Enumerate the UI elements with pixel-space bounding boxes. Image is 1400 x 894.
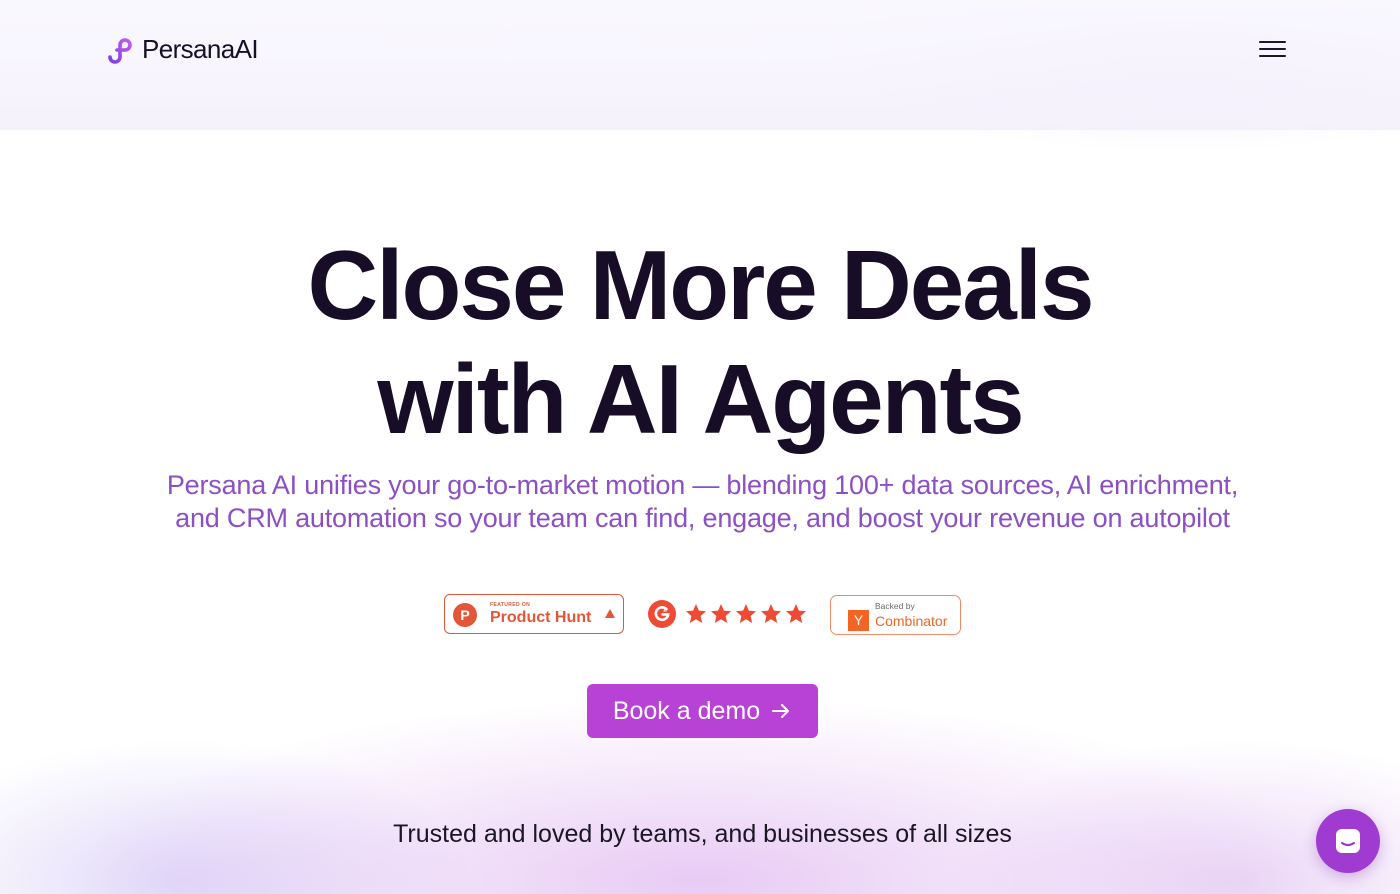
star-icon bbox=[686, 604, 706, 623]
hamburger-menu-icon bbox=[1252, 41, 1292, 57]
svg-text:2: 2 bbox=[663, 607, 667, 614]
brand-logo[interactable]: PersanaAI bbox=[106, 34, 259, 65]
star-icon bbox=[761, 604, 781, 623]
product-hunt-name: Product Hunt bbox=[490, 609, 592, 626]
hamburger-menu-button[interactable] bbox=[1252, 32, 1292, 66]
book-demo-button[interactable]: Book a demo bbox=[587, 684, 818, 738]
ycombinator-name: Combinator bbox=[875, 613, 948, 629]
star-icon bbox=[786, 604, 806, 623]
arrow-right-icon bbox=[772, 704, 790, 718]
hero-title: Close More Deals with AI Agents bbox=[0, 228, 1400, 456]
star-icon bbox=[711, 604, 731, 623]
ycombinator-logo-icon: Y bbox=[848, 610, 869, 631]
hero-subtitle: Persana AI unifies your go-to-market mot… bbox=[166, 470, 1239, 533]
trusted-tagline: Trusted and loved by teams, and business… bbox=[393, 820, 1012, 848]
product-hunt-logo-icon: P bbox=[453, 603, 477, 627]
g2-rating-badge[interactable]: 2 bbox=[648, 596, 808, 632]
ycombinator-backed-label: Backed by bbox=[875, 601, 915, 611]
upvote-triangle-icon bbox=[605, 609, 615, 618]
brand-name: PersanaAI bbox=[142, 34, 259, 64]
chat-launcher-button[interactable] bbox=[1316, 809, 1380, 873]
product-hunt-badge[interactable]: P FEATURED ON Product Hunt bbox=[444, 594, 624, 634]
ycombinator-badge[interactable]: Backed by Y Combinator bbox=[830, 595, 961, 635]
book-demo-label: Book a demo bbox=[612, 696, 761, 725]
landing-page: PersanaAI Close More Deals with AI Agent… bbox=[0, 0, 1400, 894]
five-star-rating bbox=[684, 602, 808, 626]
hero-title-line-2: with AI Agents bbox=[377, 344, 1024, 454]
persana-logo-icon bbox=[108, 37, 132, 64]
chat-bubble-icon bbox=[1336, 829, 1360, 853]
product-hunt-featured-label: FEATURED ON bbox=[490, 602, 531, 608]
trust-badges: P FEATURED ON Product Hunt 2 Backed by Y… bbox=[0, 594, 1400, 638]
g2-logo-icon: 2 bbox=[648, 600, 676, 628]
star-icon bbox=[736, 604, 756, 623]
hero-title-line-1: Close More Deals bbox=[307, 230, 1095, 340]
site-header: PersanaAI bbox=[0, 0, 1400, 130]
